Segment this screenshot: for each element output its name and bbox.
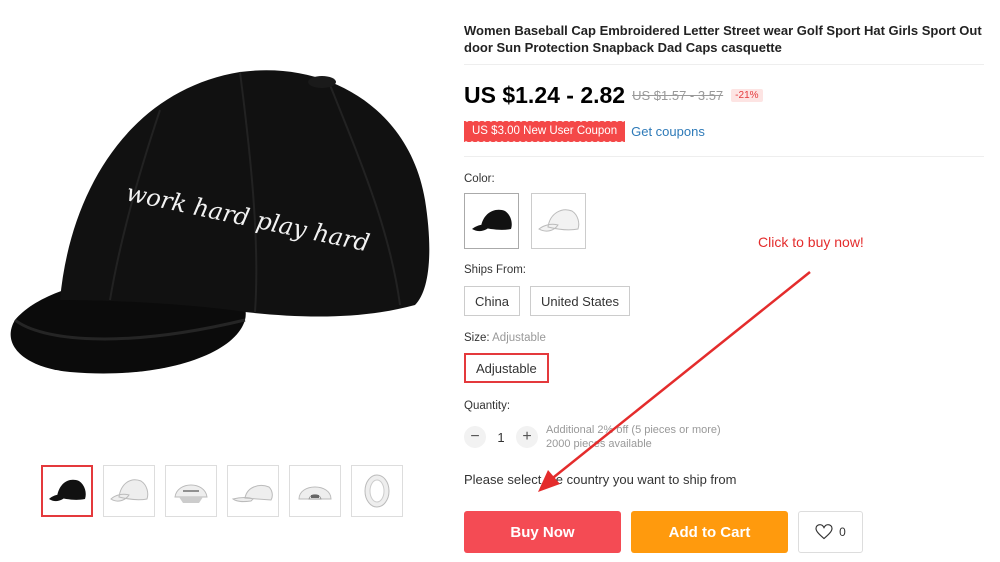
get-coupons-link[interactable]: Get coupons xyxy=(631,124,705,139)
ship-from-notice: Please select the country you want to sh… xyxy=(464,472,737,487)
discount-badge: -21% xyxy=(731,89,763,102)
thumbnail-strip xyxy=(41,465,403,517)
thumbnail-white-cap-side[interactable] xyxy=(227,465,279,517)
thumbnail-black-cap[interactable] xyxy=(41,465,93,517)
white-cap-icon xyxy=(537,209,579,232)
bulk-discount-note: Additional 2% off (5 pieces or more) xyxy=(546,424,721,436)
color-option-black[interactable] xyxy=(464,193,519,249)
action-buttons: Buy Now Add to Cart 0 xyxy=(464,511,863,553)
main-product-image: work hard play hard xyxy=(0,0,440,455)
divider xyxy=(464,64,984,65)
quantity-decrease-button[interactable]: − xyxy=(464,426,486,448)
add-to-cart-button[interactable]: Add to Cart xyxy=(631,511,788,553)
coupon-row: US $3.00 New User Coupon Get coupons xyxy=(464,120,705,142)
quantity-increase-button[interactable]: + xyxy=(516,426,538,448)
current-price: US $1.24 - 2.82 xyxy=(464,82,626,108)
price-row: US $1.24 - 2.82 US $1.57 - 3.57 -21% xyxy=(464,82,763,109)
quantity-stepper: − 1 + Additional 2% off (5 pieces or mor… xyxy=(464,423,721,451)
color-label: Color: xyxy=(464,173,495,185)
thumbnail-white-cap-inside[interactable] xyxy=(351,465,403,517)
size-selected-value: Adjustable xyxy=(492,332,546,344)
new-user-coupon-badge[interactable]: US $3.00 New User Coupon xyxy=(464,120,626,142)
baseball-cap-image: work hard play hard xyxy=(10,70,430,374)
thumbnail-white-cap-back[interactable] xyxy=(289,465,341,517)
size-label: Size: Adjustable xyxy=(464,332,546,344)
product-title: Women Baseball Cap Embroidered Letter St… xyxy=(464,23,982,55)
quantity-info: Additional 2% off (5 pieces or more) 200… xyxy=(546,423,721,451)
black-cap-icon xyxy=(471,209,512,232)
ships-from-united-states[interactable]: United States xyxy=(529,286,631,316)
size-options: Adjustable xyxy=(464,353,549,383)
wishlist-button[interactable]: 0 xyxy=(798,511,863,553)
thumbnail-white-cap-front[interactable] xyxy=(103,465,155,517)
ships-from-label: Ships From: xyxy=(464,264,526,276)
color-option-white[interactable] xyxy=(531,193,586,249)
buy-now-button[interactable]: Buy Now xyxy=(464,511,621,553)
thumbnail-white-cap-text[interactable] xyxy=(165,465,217,517)
stock-available: 2000 pieces available xyxy=(546,438,652,450)
quantity-input[interactable]: 1 xyxy=(486,430,516,445)
quantity-label: Quantity: xyxy=(464,400,511,412)
heart-icon xyxy=(815,524,833,540)
size-option-adjustable[interactable]: Adjustable xyxy=(464,353,549,383)
wishlist-count: 0 xyxy=(839,525,846,539)
size-label-text: Size: xyxy=(464,332,490,344)
ships-from-china[interactable]: China xyxy=(464,286,520,316)
color-options xyxy=(464,193,586,249)
original-price: US $1.57 - 3.57 xyxy=(632,88,724,103)
divider xyxy=(464,156,984,157)
ships-from-options: China United States xyxy=(464,286,631,316)
click-to-buy-annotation: Click to buy now! xyxy=(758,234,864,250)
